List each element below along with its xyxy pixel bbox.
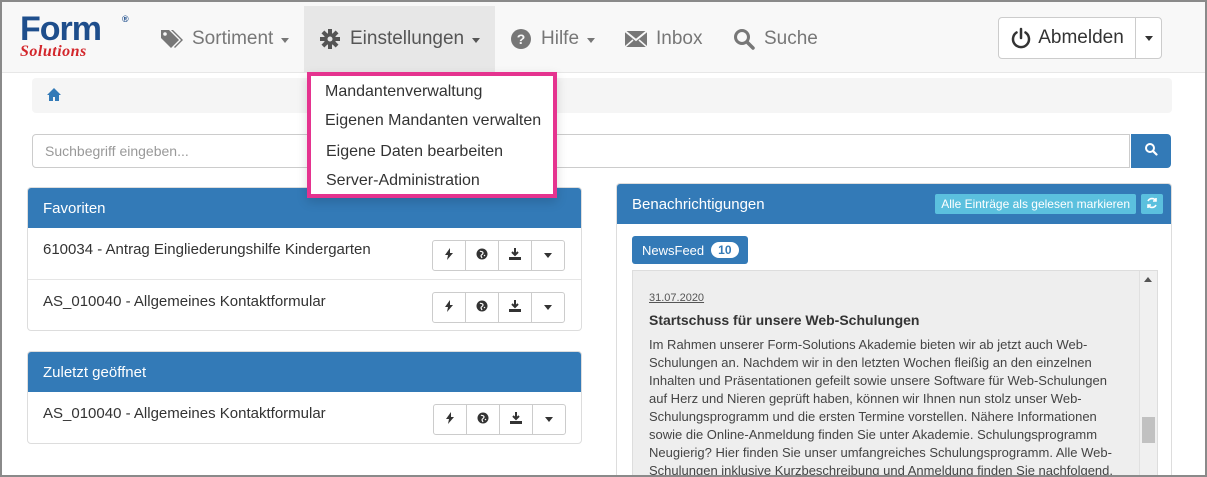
download-icon	[509, 299, 521, 317]
search-button[interactable]	[1131, 134, 1171, 168]
news-title[interactable]: Startschuss für unsere Web-Schulungen	[649, 312, 919, 328]
power-icon	[1010, 27, 1032, 49]
favorites-panel: Favoriten 610034 - Antrag Eingliederungs…	[27, 187, 582, 331]
home-icon[interactable]	[46, 87, 62, 107]
scroll-up-arrow-icon[interactable]	[1144, 277, 1152, 282]
notifications-panel: Benachrichtigungen Alle Einträge als gel…	[616, 183, 1172, 477]
form-actions	[432, 292, 565, 323]
news-body: Im Rahmen unserer Form-Solutions Akademi…	[649, 337, 1113, 477]
form-actions	[432, 240, 565, 271]
nav-inbox[interactable]: Inbox	[614, 6, 718, 72]
scroll-thumb[interactable]	[1142, 417, 1155, 443]
globe-icon	[476, 247, 488, 265]
app-window: Form ® Solutions Sortiment Einstellungen…	[0, 0, 1207, 477]
nav-einstellungen[interactable]: Einstellungen	[304, 6, 495, 72]
caret-down-icon	[544, 253, 552, 258]
news-date: 31.07.2020	[649, 292, 705, 304]
newsfeed-count-badge: 10	[711, 242, 739, 258]
menu-item-mandantenverwaltung[interactable]: Mandantenverwaltung	[325, 83, 482, 101]
notifications-title: Benachrichtigungen	[632, 195, 765, 213]
bolt-icon	[445, 299, 453, 317]
breadcrumb	[32, 78, 1172, 113]
nav-inbox-label: Inbox	[656, 28, 703, 49]
list-item: AS_010040 - Allgemeines Kontaktformular	[28, 392, 581, 443]
recent-heading: Zuletzt geöffnet	[28, 352, 581, 392]
caret-down-icon	[472, 38, 481, 43]
nav-hilfe[interactable]: ? Hilfe	[499, 6, 604, 72]
tags-icon	[160, 28, 184, 50]
caret-down-icon	[545, 417, 553, 422]
globe-icon	[476, 299, 488, 317]
menu-item-server-administration[interactable]: Server-Administration	[326, 172, 480, 190]
newsfeed-tab[interactable]: NewsFeed 10	[632, 236, 748, 264]
open-web-button[interactable]	[467, 405, 500, 434]
question-circle-icon: ?	[509, 28, 533, 50]
caret-down-icon	[281, 38, 290, 43]
caret-down-icon	[544, 305, 552, 310]
logo-subtitle: Solutions	[20, 43, 87, 60]
logout-label: Abmelden	[1038, 27, 1124, 48]
newsfeed-list[interactable]: 31.07.2020 Startschuss für unsere Web-Sc…	[632, 270, 1158, 477]
more-options-dropdown[interactable]	[532, 241, 564, 270]
more-options-dropdown[interactable]	[533, 405, 565, 434]
mark-all-read-button[interactable]: Alle Einträge als gelesen markieren	[935, 194, 1136, 214]
form-actions	[433, 404, 566, 435]
refresh-icon	[1146, 196, 1158, 213]
nav-suche[interactable]: Suche	[722, 6, 832, 72]
download-icon	[510, 411, 522, 429]
run-button[interactable]	[434, 405, 467, 434]
run-button[interactable]	[433, 241, 466, 270]
logout-button[interactable]: Abmelden	[999, 18, 1136, 58]
more-options-dropdown[interactable]	[532, 293, 564, 322]
newsfeed-scrollbar[interactable]	[1139, 271, 1157, 475]
caret-down-icon	[587, 38, 596, 43]
list-item: AS_010040 - Allgemeines Kontaktformular	[28, 280, 581, 330]
mark-read-group: Alle Einträge als gelesen markieren	[935, 194, 1163, 214]
search-icon	[1144, 142, 1158, 161]
svg-text:?: ?	[517, 31, 526, 47]
search-icon	[732, 28, 756, 50]
download-button[interactable]	[499, 241, 532, 270]
search-input[interactable]	[32, 134, 1130, 168]
envelope-icon	[624, 28, 648, 50]
download-button[interactable]	[500, 405, 533, 434]
search-bar	[32, 134, 1171, 168]
gear-icon	[318, 28, 342, 50]
download-icon	[509, 247, 521, 265]
run-button[interactable]	[433, 293, 466, 322]
bolt-icon	[445, 247, 453, 265]
download-button[interactable]	[499, 293, 532, 322]
logo-registered-mark: ®	[122, 14, 129, 24]
bolt-icon	[446, 411, 454, 429]
logout-dropdown-toggle[interactable]	[1136, 18, 1161, 58]
favorite-form-title[interactable]: 610034 - Antrag Eingliederungshilfe Kind…	[43, 241, 371, 258]
notifications-heading: Benachrichtigungen Alle Einträge als gel…	[617, 184, 1171, 224]
form-solutions-logo[interactable]: Form ® Solutions	[20, 10, 132, 62]
nav-suche-label: Suche	[764, 28, 818, 49]
list-item: 610034 - Antrag Eingliederungshilfe Kind…	[28, 228, 581, 280]
refresh-button[interactable]	[1141, 194, 1163, 214]
menu-item-eigenen-mandanten-verwalten[interactable]: Eigenen Mandanten verwalten	[325, 112, 541, 130]
nav-sortiment[interactable]: Sortiment	[150, 6, 302, 72]
newsfeed-label: NewsFeed	[642, 242, 705, 258]
navbar: Form ® Solutions Sortiment Einstellungen…	[2, 2, 1205, 73]
recent-panel: Zuletzt geöffnet AS_010040 - Allgemeines…	[27, 351, 582, 444]
favorite-form-title[interactable]: AS_010040 - Allgemeines Kontaktformular	[43, 293, 326, 310]
caret-down-icon	[1144, 35, 1153, 41]
recent-form-title[interactable]: AS_010040 - Allgemeines Kontaktformular	[43, 405, 326, 422]
open-web-button[interactable]	[466, 241, 499, 270]
logout-button-group: Abmelden	[998, 17, 1162, 59]
nav-sortiment-label: Sortiment	[192, 28, 274, 49]
nav-einstellungen-label: Einstellungen	[350, 28, 465, 49]
menu-item-eigene-daten-bearbeiten[interactable]: Eigene Daten bearbeiten	[326, 143, 503, 161]
globe-icon	[477, 411, 489, 429]
open-web-button[interactable]	[466, 293, 499, 322]
nav-hilfe-label: Hilfe	[541, 28, 580, 49]
einstellungen-dropdown-menu: Mandantenverwaltung Eigenen Mandanten ve…	[307, 72, 557, 198]
